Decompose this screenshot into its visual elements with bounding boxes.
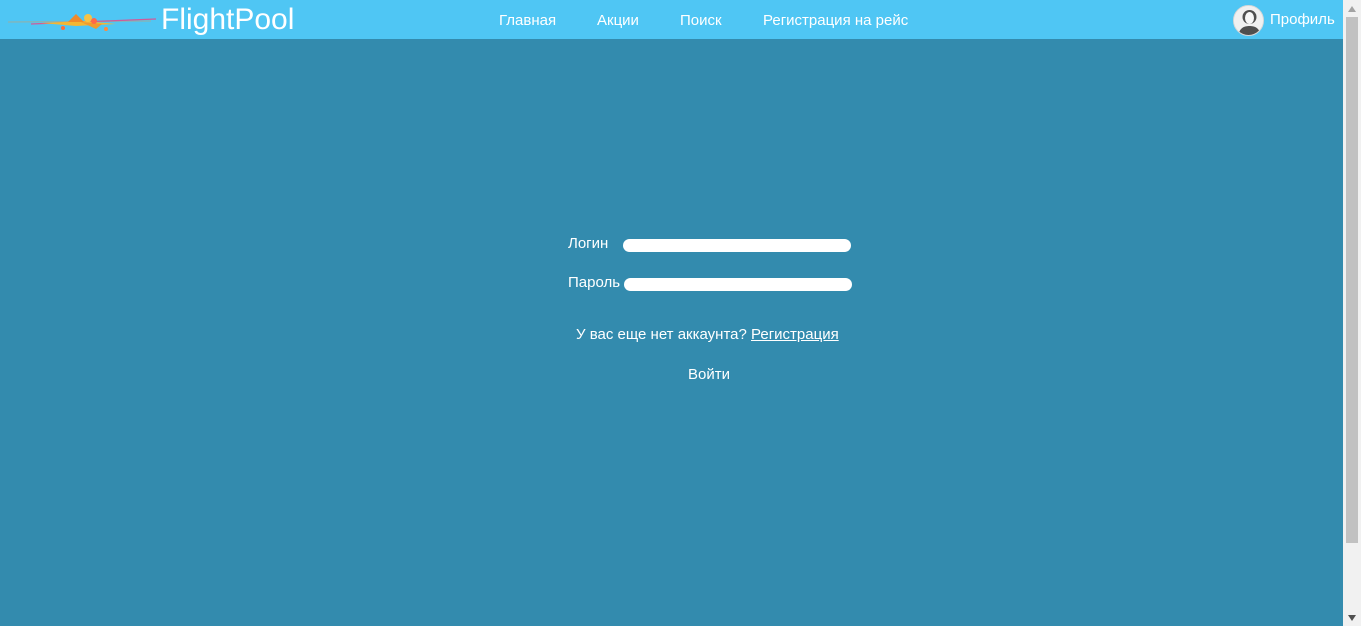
registration-prompt: У вас еще нет аккаунта? Регистрация: [576, 326, 839, 344]
registration-link[interactable]: Регистрация: [751, 326, 839, 343]
profile-menu[interactable]: Профиль: [1233, 4, 1335, 36]
profile-label: Профиль: [1270, 11, 1335, 28]
page: FlightPool Главная Акции Поиск Регистрац…: [0, 0, 1361, 626]
user-avatar-icon: [1233, 4, 1264, 36]
nav-search[interactable]: Поиск: [680, 12, 722, 30]
scroll-up-arrow-icon[interactable]: [1343, 0, 1361, 17]
airplane-logo-icon[interactable]: [6, 9, 156, 35]
nav-promotions[interactable]: Акции: [597, 12, 639, 30]
login-input[interactable]: [623, 239, 851, 252]
scrollbar-thumb[interactable]: [1346, 17, 1358, 543]
brand-title[interactable]: FlightPool: [161, 3, 294, 37]
top-navigation-bar: FlightPool Главная Акции Поиск Регистрац…: [0, 0, 1343, 39]
person-silhouette-icon: [1234, 5, 1263, 35]
login-submit-button[interactable]: Войти: [688, 366, 730, 384]
vertical-scrollbar[interactable]: [1343, 0, 1361, 626]
nav-home[interactable]: Главная: [499, 12, 556, 30]
no-account-text: У вас еще нет аккаунта?: [576, 326, 747, 343]
nav-flight-check-in[interactable]: Регистрация на рейс: [763, 12, 908, 30]
password-input[interactable]: [624, 278, 852, 291]
password-label: Пароль: [568, 274, 621, 291]
scroll-down-arrow-icon[interactable]: [1343, 609, 1361, 626]
login-label: Логин: [568, 235, 609, 252]
